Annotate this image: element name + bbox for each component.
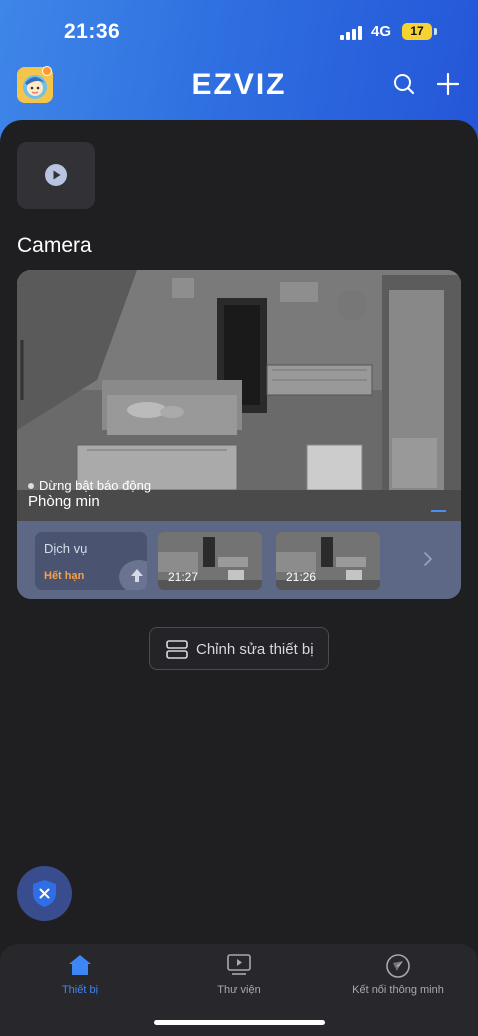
tab-smart-connect-label: Kết nối thông minh [352, 984, 444, 996]
svg-text:EZVIZ: EZVIZ [191, 68, 286, 100]
app-header: EZVIZ [0, 60, 478, 116]
camera-live-preview[interactable]: Dừng bật báo động Phòng min [17, 270, 461, 521]
cloud-upload-icon [119, 560, 147, 590]
tab-library[interactable]: Thư viện [159, 944, 319, 1014]
status-time: 21:36 [64, 20, 121, 43]
alarm-status: Dừng bật báo động [28, 478, 151, 493]
service-expire-label: Hết hạn [44, 570, 85, 582]
tab-smart-connect[interactable]: Kết nối thông minh [318, 944, 478, 1014]
event-strip: Dịch vụ Hết hạn 21:27 21:26 [17, 521, 461, 599]
event-thumbnail[interactable]: 21:26 [276, 532, 380, 590]
battery-tip [434, 28, 437, 35]
section-title: Camera [17, 234, 92, 257]
page-indicator [431, 510, 446, 512]
home-indicator [154, 1020, 325, 1025]
home-icon [69, 955, 91, 975]
navigation-icon [386, 954, 410, 978]
edit-devices-button[interactable]: Chỉnh sửa thiết bị [149, 627, 329, 670]
battery-icon: 17 [402, 23, 432, 40]
tab-devices-label: Thiết bị [61, 984, 99, 996]
service-label: Dịch vụ [44, 541, 88, 556]
tab-devices[interactable]: Thiết bị [0, 944, 160, 1014]
edit-list-icon [166, 640, 188, 659]
ezviz-logo: EZVIZ [180, 68, 298, 101]
quick-play-tile[interactable] [17, 142, 95, 209]
chevron-right-icon[interactable] [422, 551, 434, 572]
cloud-service-button[interactable]: Dịch vụ Hết hạn [35, 532, 147, 590]
thumbnail-time: 21:27 [168, 570, 199, 584]
edit-devices-label: Chỉnh sửa thiết bị [196, 641, 314, 658]
network-type: 4G [371, 23, 392, 40]
status-bar: 21:36 4G 17 [0, 0, 478, 60]
search-icon[interactable] [392, 72, 416, 96]
plus-icon[interactable] [436, 72, 460, 96]
event-thumbnail[interactable]: 21:27 [158, 532, 262, 590]
alarm-status-text: Dừng bật báo động [39, 478, 152, 493]
security-shield-button[interactable] [17, 866, 72, 921]
notification-badge [42, 66, 52, 76]
status-dot [28, 482, 34, 489]
play-icon [45, 164, 67, 186]
cellular-signal-icon [340, 25, 364, 40]
camera-card[interactable]: Dừng bật báo động Phòng min Dịch vụ Hết … [17, 270, 461, 599]
camera-name: Phòng min [28, 493, 100, 510]
library-icon [227, 954, 251, 975]
shield-icon [33, 880, 56, 907]
tab-library-label: Thư viện [217, 984, 261, 996]
thumbnail-time: 21:26 [286, 570, 317, 584]
